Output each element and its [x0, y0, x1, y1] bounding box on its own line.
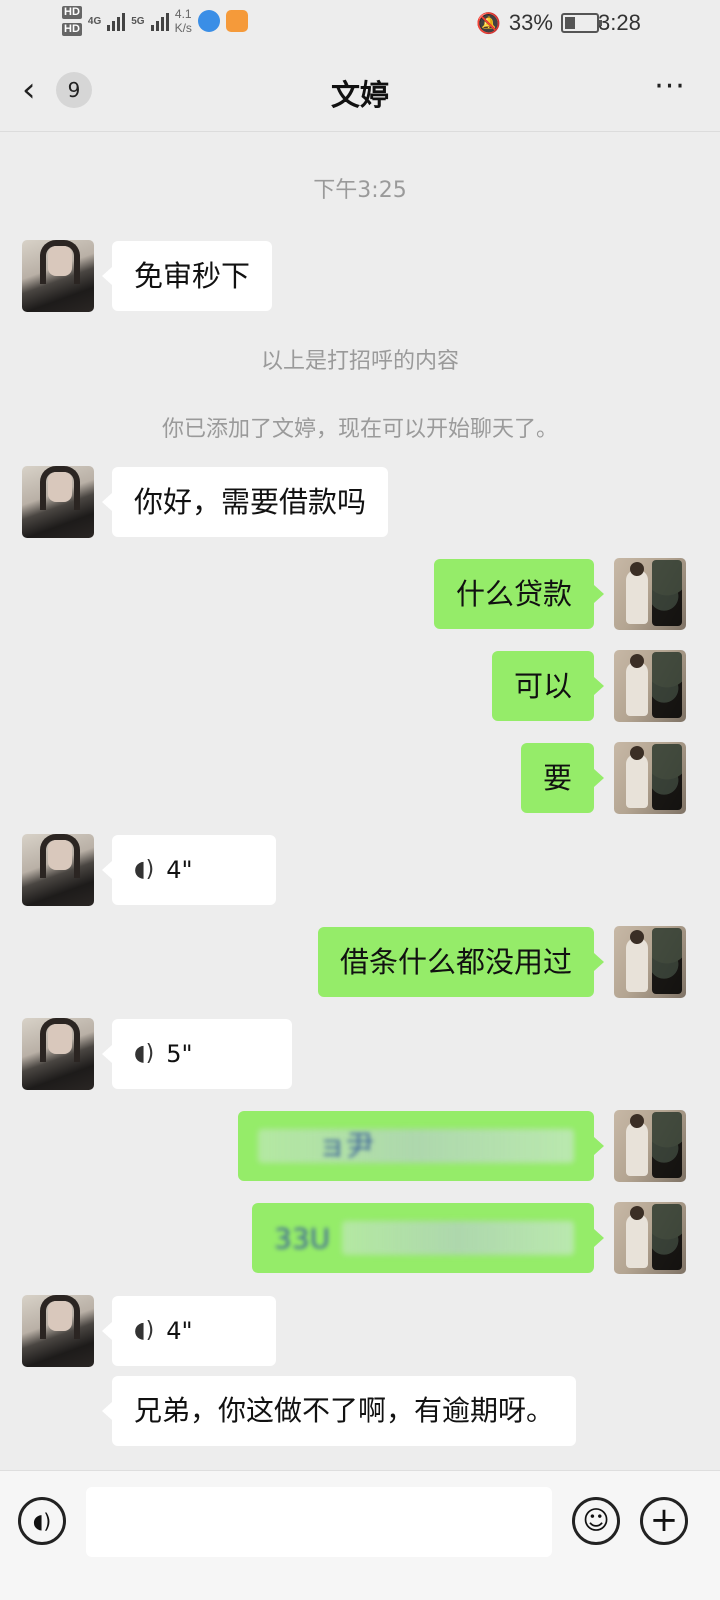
- hd-indicator-2: HD: [62, 23, 82, 36]
- status-bar: HD HD 4G 5G 4.1 K/s 🔕 33% 3:28: [0, 0, 720, 50]
- redaction-mask: [342, 1221, 574, 1255]
- clock: 3:28: [598, 10, 641, 35]
- network-4g-label: 4G: [87, 15, 102, 27]
- voice-wave-icon: ◖): [134, 1318, 155, 1343]
- voice-duration: 5": [166, 1040, 193, 1068]
- message-input[interactable]: [86, 1487, 552, 1557]
- message-bubble-outgoing[interactable]: 什么贷款: [433, 559, 605, 629]
- more-icon[interactable]: ···: [650, 72, 690, 108]
- mute-bell-icon: 🔕: [476, 12, 501, 35]
- added-notice: 你已添加了文婷，现在可以开始聊天了。: [161, 417, 558, 442]
- my-avatar[interactable]: [614, 742, 686, 814]
- battery-icon: [560, 13, 602, 33]
- hd-indicator-1: HD: [62, 6, 82, 19]
- voice-duration: 4": [166, 1317, 193, 1345]
- voice-duration: 4": [166, 856, 193, 884]
- signal-bars-icon: [107, 11, 126, 31]
- voice-toggle-icon[interactable]: ◖): [18, 1497, 66, 1545]
- contact-avatar[interactable]: [22, 834, 94, 906]
- my-avatar[interactable]: [614, 1202, 686, 1274]
- chat-header: ‹ 9 文婷 ···: [0, 50, 720, 132]
- message-bubble-outgoing[interactable]: 借条什么都没用过: [317, 927, 605, 997]
- voice-message-incoming[interactable]: ◖) 4": [102, 1296, 276, 1366]
- redacted-text: ョ尹: [318, 1129, 375, 1162]
- message-bubble-outgoing[interactable]: 可以: [491, 651, 605, 721]
- emoji-icon[interactable]: ☺: [572, 1497, 620, 1545]
- my-avatar[interactable]: [614, 558, 686, 630]
- battery-fill: [564, 17, 575, 29]
- message-bubble-incoming[interactable]: 免审秒下: [101, 241, 273, 311]
- contact-avatar[interactable]: [22, 1295, 94, 1367]
- status-left: HD HD 4G 5G 4.1 K/s: [62, 6, 248, 36]
- contact-avatar[interactable]: [22, 466, 94, 538]
- contact-avatar[interactable]: [22, 240, 94, 312]
- speed-value: 4.1: [174, 7, 192, 21]
- voice-wave-icon: ◖): [134, 1041, 155, 1066]
- network-5g-label: 5G: [131, 15, 145, 27]
- contact-avatar[interactable]: [22, 1018, 94, 1090]
- message-bubble-outgoing[interactable]: 要: [520, 743, 605, 813]
- redacted-text: 33U: [274, 1222, 331, 1255]
- greeting-notice: 以上是打招呼的内容: [260, 349, 459, 374]
- my-avatar[interactable]: [614, 650, 686, 722]
- battery-percent: 33%: [508, 10, 553, 35]
- voice-message-incoming[interactable]: ◖) 4": [102, 835, 276, 905]
- status-right: 🔕 33%: [476, 10, 602, 36]
- signal-bars-icon-2: [150, 11, 169, 31]
- video-app-icon: [225, 10, 248, 32]
- chat-title: 文婷: [330, 78, 389, 112]
- network-speed: 4.1 K/s: [175, 7, 192, 35]
- chat-input-bar: ◖) ☺ +: [0, 1470, 720, 1600]
- speed-unit: K/s: [174, 21, 192, 35]
- timestamp: 下午3:25: [313, 178, 407, 203]
- message-bubble-incoming[interactable]: 你好，需要借款吗: [101, 467, 389, 537]
- message-bubble-incoming[interactable]: 兄弟，你这做不了啊，有逾期呀。: [101, 1376, 577, 1446]
- voice-message-incoming[interactable]: ◖) 5": [102, 1019, 292, 1089]
- my-avatar[interactable]: [614, 926, 686, 998]
- plus-icon[interactable]: +: [640, 1497, 688, 1545]
- my-avatar[interactable]: [614, 1110, 686, 1182]
- voice-wave-icon: ◖): [134, 857, 155, 882]
- message-bubble-outgoing-redacted[interactable]: ョ尹: [238, 1111, 604, 1181]
- message-bubble-outgoing-redacted[interactable]: 33U: [252, 1203, 604, 1273]
- browser-app-icon: [197, 10, 220, 32]
- redaction-mask: [258, 1129, 574, 1163]
- hd-indicators: HD HD: [62, 6, 82, 36]
